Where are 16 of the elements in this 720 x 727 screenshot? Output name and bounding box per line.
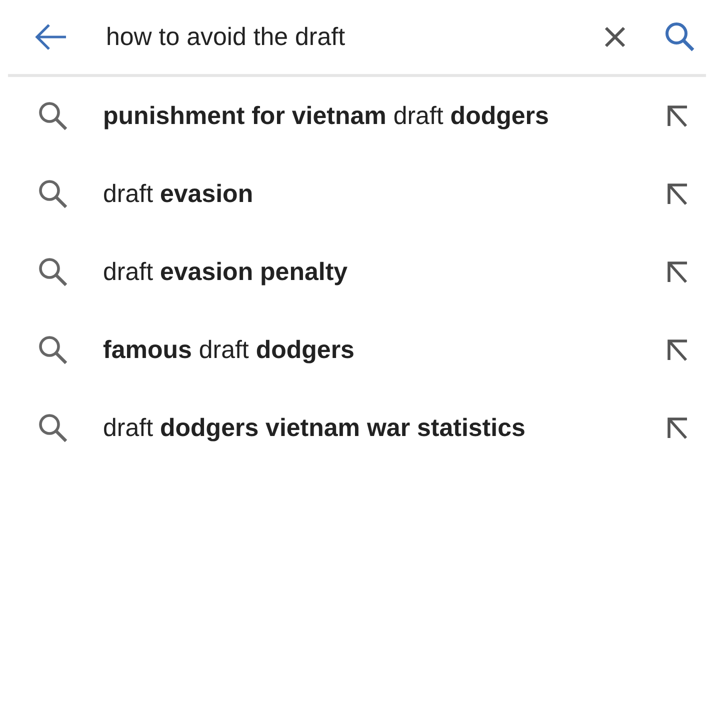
suggestion-text: draft dodgers vietnam war statistics	[103, 414, 526, 442]
suggestion-item[interactable]: draft dodgers vietnam war statistics	[0, 389, 720, 467]
search-icon	[38, 335, 68, 365]
suggestion-item[interactable]: famous draft dodgers	[0, 311, 720, 389]
search-icon	[38, 101, 68, 131]
suggestion-item[interactable]: draft evasion penalty	[0, 233, 720, 311]
search-field[interactable]: how to avoid the draft	[106, 18, 600, 56]
suggestion-item[interactable]: draft evasion	[0, 155, 720, 233]
search-icon	[38, 179, 68, 209]
suggestion-text: draft evasion	[103, 180, 254, 208]
search-icon	[38, 257, 68, 287]
suggestion-text: punishment for vietnam draft dodgers	[103, 102, 550, 130]
suggestion-text: famous draft dodgers	[103, 336, 356, 364]
suggestion-item[interactable]: punishment for vietnam draft dodgers	[0, 77, 720, 155]
suggestion-text: draft evasion penalty	[103, 258, 349, 286]
search-icon	[38, 413, 68, 443]
